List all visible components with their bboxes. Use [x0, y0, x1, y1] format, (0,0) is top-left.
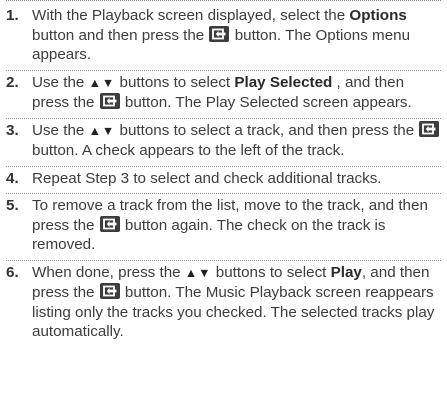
up-down-arrows-icon: ▲▼ — [184, 265, 212, 280]
text-run: button. A check appears to the left of t… — [32, 142, 345, 159]
step-number: 3. — [6, 121, 19, 139]
text-run: buttons to select — [211, 263, 331, 281]
text-run: Use the — [32, 73, 89, 91]
step-text: When done, press the ▲▼ buttons to selec… — [32, 263, 441, 342]
text-run: Use the — [32, 121, 89, 139]
step-number: 4. — [6, 169, 19, 187]
bold-term: Play Selected — [234, 73, 333, 91]
step-4: 4. Repeat Step 3 to select and check addi… — [6, 165, 441, 194]
step-text: With the Playback screen displayed, sele… — [32, 6, 441, 65]
enter-button-icon — [99, 283, 120, 299]
text-run: button and then press the — [32, 26, 209, 44]
up-down-arrows-icon: ▲▼ — [88, 123, 116, 138]
step-3: 3. Use the ▲▼ buttons to select a track, … — [6, 117, 441, 166]
text-run: button. The Play Selected screen appears… — [120, 94, 412, 111]
step-2: 2. Use the ▲▼ buttons to select Play Sele… — [6, 69, 441, 118]
text-run: Repeat Step 3 to select and check additi… — [32, 169, 382, 187]
text-run: buttons to select — [115, 73, 235, 91]
step-number: 1. — [6, 7, 19, 24]
text-run: When done, press the — [32, 263, 185, 281]
enter-button-icon — [99, 215, 120, 232]
bold-term: Play — [330, 263, 362, 281]
step-text: Use the ▲▼ buttons to select Play Select… — [32, 73, 441, 113]
step-text: Repeat Step 3 to select and check additi… — [32, 169, 441, 189]
step-number: 6. — [6, 263, 19, 281]
text-run: buttons to select a track, and then pres… — [115, 121, 419, 139]
step-5: 5. To remove a track from the list, move … — [6, 193, 441, 260]
enter-button-icon — [99, 93, 120, 109]
step-text: To remove a track from the list, move to… — [32, 196, 441, 255]
text-run: With the Playback screen displayed, sele… — [32, 7, 350, 24]
enter-button-icon — [419, 120, 440, 137]
step-number: 2. — [6, 73, 19, 91]
instruction-list: 1. With the Playback screen displayed, se… — [0, 0, 447, 412]
step-1: 1. With the Playback screen displayed, se… — [6, 0, 441, 70]
bold-term: Options — [349, 7, 407, 24]
up-down-arrows-icon: ▲▼ — [88, 75, 116, 90]
enter-button-icon — [209, 25, 230, 42]
step-text: Use the ▲▼ buttons to select a track, an… — [32, 120, 441, 161]
step-number: 5. — [6, 197, 19, 214]
step-6: 6. When done, press the ▲▼ buttons to sel… — [6, 259, 441, 347]
